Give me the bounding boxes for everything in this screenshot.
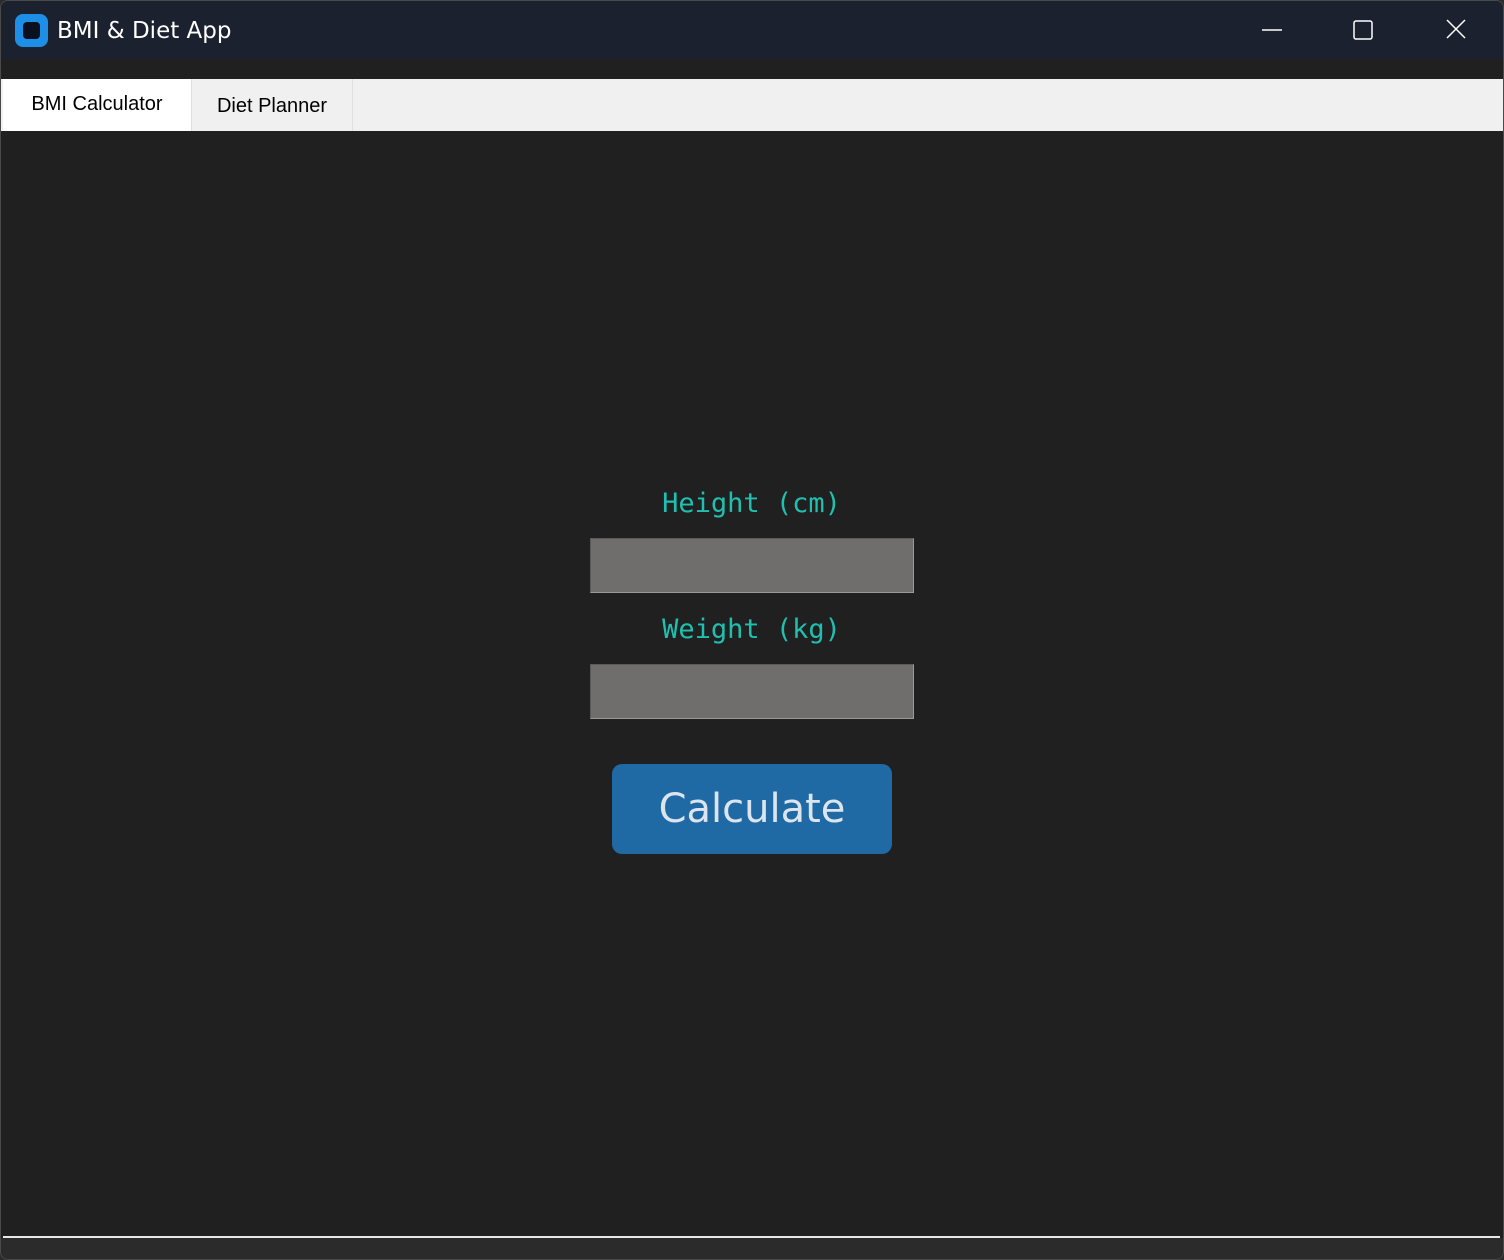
maximize-button[interactable]	[1317, 1, 1409, 59]
title-bar[interactable]: BMI & Diet App	[1, 1, 1503, 59]
close-icon	[1446, 19, 1466, 39]
minimize-icon	[1262, 29, 1282, 31]
calculate-button[interactable]: Calculate	[612, 764, 892, 854]
window-bottom-edge	[1, 1238, 1503, 1259]
maximize-icon	[1353, 20, 1373, 40]
minimize-button[interactable]	[1226, 1, 1318, 59]
weight-input[interactable]	[590, 664, 914, 719]
height-label: Height (cm)	[662, 488, 841, 519]
tab-diet-planner[interactable]: Diet Planner	[191, 79, 353, 131]
app-icon	[15, 14, 48, 47]
bmi-calculator-panel: Height (cm) Weight (kg) Calculate	[3, 131, 1500, 1236]
app-window: BMI & Diet App BMI Calculator Diet Plann…	[0, 0, 1504, 1260]
tab-bar: BMI Calculator Diet Planner	[1, 79, 1503, 131]
close-button[interactable]	[1409, 1, 1501, 59]
weight-label: Weight (kg)	[662, 614, 841, 645]
height-input[interactable]	[590, 538, 914, 593]
window-title: BMI & Diet App	[57, 18, 232, 44]
tab-bmi-calculator[interactable]: BMI Calculator	[3, 79, 191, 131]
